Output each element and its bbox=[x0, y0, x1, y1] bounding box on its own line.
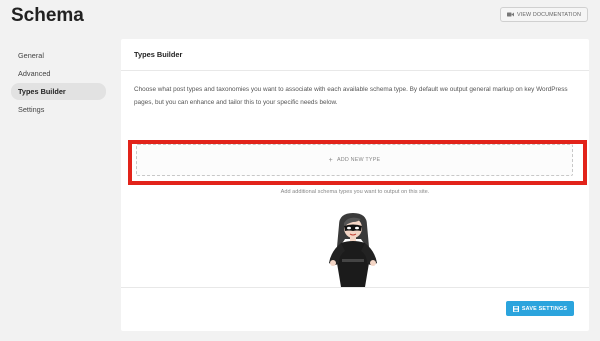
save-settings-label: SAVE SETTINGS bbox=[521, 305, 568, 312]
card-title: Types Builder bbox=[121, 39, 589, 71]
types-builder-card: Types Builder Choose what post types and… bbox=[121, 39, 589, 331]
card-footer: SAVE SETTINGS bbox=[121, 287, 589, 331]
page-title: Schema bbox=[11, 5, 84, 26]
mascot-illustration bbox=[329, 213, 377, 287]
add-new-type-label: ADD NEW TYPE bbox=[336, 157, 381, 163]
sidebar-item-types-builder[interactable]: Types Builder bbox=[11, 83, 106, 100]
card-description: Choose what post types and taxonomies yo… bbox=[134, 86, 568, 106]
sidebar-item-settings[interactable]: Settings bbox=[11, 101, 106, 118]
add-new-type-button[interactable]: + ADD NEW TYPE bbox=[136, 144, 573, 176]
sidebar-item-advanced[interactable]: Advanced bbox=[11, 65, 106, 82]
view-documentation-label: VIEW DOCUMENTATION bbox=[517, 11, 581, 18]
save-icon bbox=[512, 305, 519, 312]
plus-icon: + bbox=[328, 156, 333, 164]
view-documentation-button[interactable]: VIEW DOCUMENTATION bbox=[500, 7, 588, 22]
helper-text: Add additional schema types you want to … bbox=[280, 189, 430, 195]
sidebar-item-general[interactable]: General bbox=[11, 47, 106, 64]
sidebar-nav: General Advanced Types Builder Settings bbox=[11, 47, 106, 119]
save-settings-button[interactable]: SAVE SETTINGS bbox=[506, 301, 574, 316]
video-icon bbox=[507, 12, 515, 17]
